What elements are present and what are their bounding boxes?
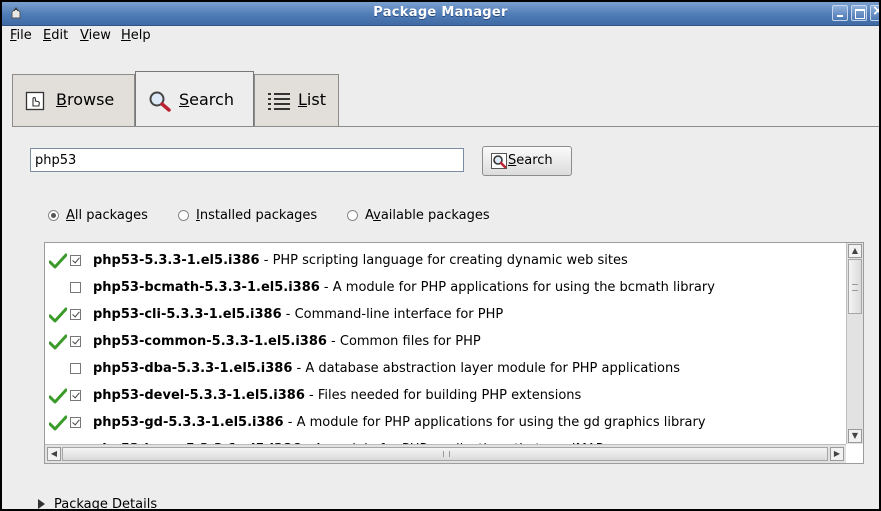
package-row[interactable]: php53-bcmath-5.3.3-1.el5.i386 - A module…	[45, 274, 846, 301]
package-row[interactable]: php53-gd-5.3.3-1.el5.i386 - A module for…	[45, 409, 846, 436]
package-row[interactable]: php53-5.3.3-1.el5.i386 - PHP scripting l…	[45, 247, 846, 274]
package-description: - A module for PHP applications for usin…	[283, 415, 706, 430]
installed-check-icon	[49, 415, 67, 431]
package-description: - PHP scripting language for creating dy…	[259, 253, 628, 268]
scroll-right-icon[interactable]: ▶	[830, 447, 844, 461]
installed-check-icon	[49, 307, 67, 323]
package-text: php53-gd-5.3.3-1.el5.i386 - A module for…	[93, 415, 706, 430]
installed-check-icon	[49, 388, 67, 404]
package-description: - Common files for PHP	[326, 334, 481, 349]
vertical-scroll-thumb[interactable]	[848, 259, 862, 314]
package-checkbox[interactable]	[70, 309, 81, 320]
tab-list[interactable]: List	[254, 74, 339, 126]
package-row[interactable]: php53-cli-5.3.3-1.el5.i386 - Command-lin…	[45, 301, 846, 328]
package-manager-window: Package Manager File Edit View Help Brow…	[0, 0, 881, 511]
package-name: php53-5.3.3-1.el5.i386	[93, 253, 260, 268]
scroll-down-icon[interactable]: ▼	[848, 429, 862, 443]
menu-help[interactable]: Help	[121, 28, 151, 43]
radio-available-packages-label: Available packages	[365, 208, 490, 223]
tab-search-label: Search	[179, 90, 234, 109]
package-row[interactable]: php53-common-5.3.3-1.el5.i386 - Common f…	[45, 328, 846, 355]
package-description: - A database abstraction layer module fo…	[292, 361, 681, 376]
package-text: php53-5.3.3-1.el5.i386 - PHP scripting l…	[93, 253, 628, 268]
radio-available-packages-indicator[interactable]	[347, 210, 358, 221]
package-checkbox[interactable]	[70, 336, 81, 347]
search-button-icon	[491, 153, 507, 169]
window-title: Package Manager	[373, 5, 508, 20]
menu-view[interactable]: View	[80, 28, 111, 43]
minimize-button[interactable]	[832, 5, 848, 21]
package-checkbox[interactable]	[70, 255, 81, 266]
package-checkbox[interactable]	[70, 390, 81, 401]
scroll-left-icon[interactable]: ◀	[47, 447, 61, 461]
horizontal-scrollbar[interactable]: ◀ ▶	[45, 444, 846, 463]
package-name: php53-dba-5.3.3-1.el5.i386	[93, 361, 293, 376]
installed-check-icon	[49, 334, 67, 350]
package-name: php53-devel-5.3.3-1.el5.i386	[93, 388, 305, 403]
radio-all-packages-label: All packages	[66, 208, 148, 223]
tab-browse[interactable]: Browse	[12, 74, 135, 126]
package-text: php53-cli-5.3.3-1.el5.i386 - Command-lin…	[93, 307, 503, 322]
radio-installed-packages-label: Installed packages	[196, 208, 318, 223]
package-checkbox[interactable]	[70, 363, 81, 374]
search-input[interactable]	[30, 148, 464, 172]
package-name: php53-cli-5.3.3-1.el5.i386	[93, 307, 282, 322]
magnifier-icon	[149, 91, 171, 112]
browse-icon	[25, 91, 45, 111]
menu-bar: File Edit View Help	[2, 26, 879, 46]
package-description: - Files needed for building PHP extensio…	[304, 388, 582, 403]
search-button-label: Search	[508, 153, 553, 168]
package-row[interactable]: php53-devel-5.3.3-1.el5.i386 - Files nee…	[45, 382, 846, 409]
package-list-rows: php53-5.3.3-1.el5.i386 - PHP scripting l…	[45, 243, 846, 444]
package-row[interactable]: php53-dba-5.3.3-1.el5.i386 - A database …	[45, 355, 846, 382]
search-button[interactable]: Search	[482, 146, 572, 176]
package-description: - Command-line interface for PHP	[281, 307, 504, 322]
package-name: php53-common-5.3.3-1.el5.i386	[93, 334, 327, 349]
menu-edit[interactable]: Edit	[43, 28, 68, 43]
package-details-label: Package Details	[54, 497, 158, 511]
package-checkbox[interactable]	[70, 417, 81, 428]
title-bar[interactable]: Package Manager	[2, 2, 879, 26]
package-text: php53-devel-5.3.3-1.el5.i386 - Files nee…	[93, 388, 581, 403]
tab-panel-divider	[12, 126, 879, 127]
package-text: php53-bcmath-5.3.3-1.el5.i386 - A module…	[93, 280, 715, 295]
close-button[interactable]	[870, 3, 879, 21]
package-list: php53-5.3.3-1.el5.i386 - PHP scripting l…	[44, 242, 864, 464]
radio-all-packages-indicator[interactable]	[48, 210, 59, 221]
expander-arrow-icon[interactable]	[38, 499, 45, 509]
tab-browse-label: Browse	[56, 90, 115, 109]
vertical-scrollbar[interactable]: ▲ ▼	[846, 243, 863, 444]
tab-list-label: List	[298, 90, 326, 109]
package-text: php53-common-5.3.3-1.el5.i386 - Common f…	[93, 334, 481, 349]
maximize-button[interactable]	[851, 5, 867, 21]
package-name: php53-bcmath-5.3.3-1.el5.i386	[93, 280, 320, 295]
package-description: - A module for PHP applications for usin…	[319, 280, 715, 295]
package-checkbox[interactable]	[70, 282, 81, 293]
package-row[interactable]: php53-imap-5.3.3-1.el5.i386 - A module f…	[45, 436, 846, 444]
tab-search[interactable]: Search	[135, 71, 254, 127]
menu-file[interactable]: File	[10, 28, 32, 43]
list-icon	[268, 93, 290, 110]
package-text: php53-dba-5.3.3-1.el5.i386 - A database …	[93, 361, 680, 376]
radio-installed-packages-indicator[interactable]	[178, 210, 189, 221]
horizontal-scroll-thumb[interactable]	[62, 447, 828, 461]
scroll-up-icon[interactable]: ▲	[848, 244, 862, 258]
installed-check-icon	[49, 253, 67, 269]
package-name: php53-gd-5.3.3-1.el5.i386	[93, 415, 284, 430]
